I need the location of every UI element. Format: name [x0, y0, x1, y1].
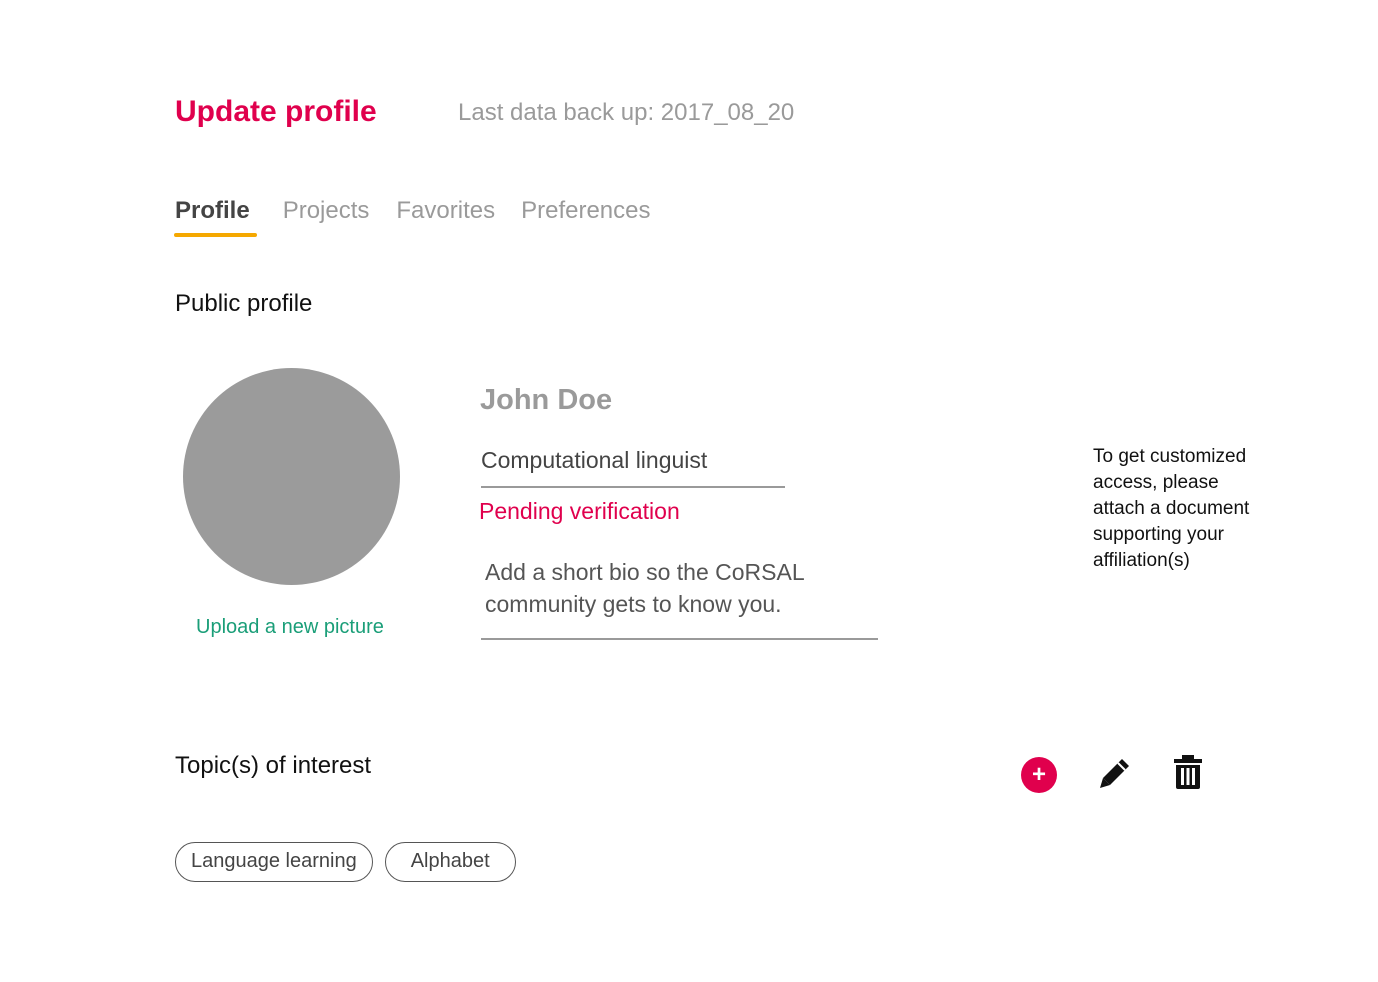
topic-chip-list: Language learning Alphabet — [175, 842, 516, 882]
topic-chip[interactable]: Alphabet — [384, 842, 516, 882]
active-tab-indicator — [174, 233, 257, 237]
public-profile-heading: Public profile — [175, 290, 313, 317]
bio-field[interactable]: Add a short bio so the CoRSAL community … — [481, 556, 878, 640]
affiliation-note: To get customized access, please attach … — [1093, 446, 1250, 571]
tab-favorites[interactable]: Favorites — [396, 194, 495, 228]
topic-chip[interactable]: Language learning — [175, 842, 373, 882]
plus-icon: + — [1031, 761, 1046, 788]
tab-preferences[interactable]: Preferences — [521, 194, 650, 228]
last-backup-text: Last data back up: 2017_08_20 — [458, 99, 795, 126]
bio-placeholder: Add a short bio so the CoRSAL community … — [485, 559, 804, 617]
delete-topic-button[interactable] — [1172, 754, 1204, 790]
avatar[interactable] — [183, 368, 400, 585]
job-title-field[interactable]: Computational linguist — [481, 442, 785, 488]
profile-name: John Doe — [480, 384, 613, 416]
trash-icon — [1174, 755, 1202, 789]
tab-bar: Profile Projects Favorites Preferences — [175, 194, 651, 228]
pencil-icon — [1100, 759, 1129, 788]
upload-picture-link[interactable]: Upload a new picture — [196, 613, 384, 641]
page-title: Update profile — [175, 95, 377, 128]
edit-topic-button[interactable] — [1098, 756, 1132, 790]
verification-status: Pending verification — [479, 498, 680, 524]
topics-heading: Topic(s) of interest — [175, 752, 372, 779]
tab-profile[interactable]: Profile — [175, 194, 250, 228]
job-title-value: Computational linguist — [481, 447, 708, 473]
add-topic-button[interactable]: + — [1021, 757, 1057, 793]
tab-projects[interactable]: Projects — [283, 194, 370, 228]
